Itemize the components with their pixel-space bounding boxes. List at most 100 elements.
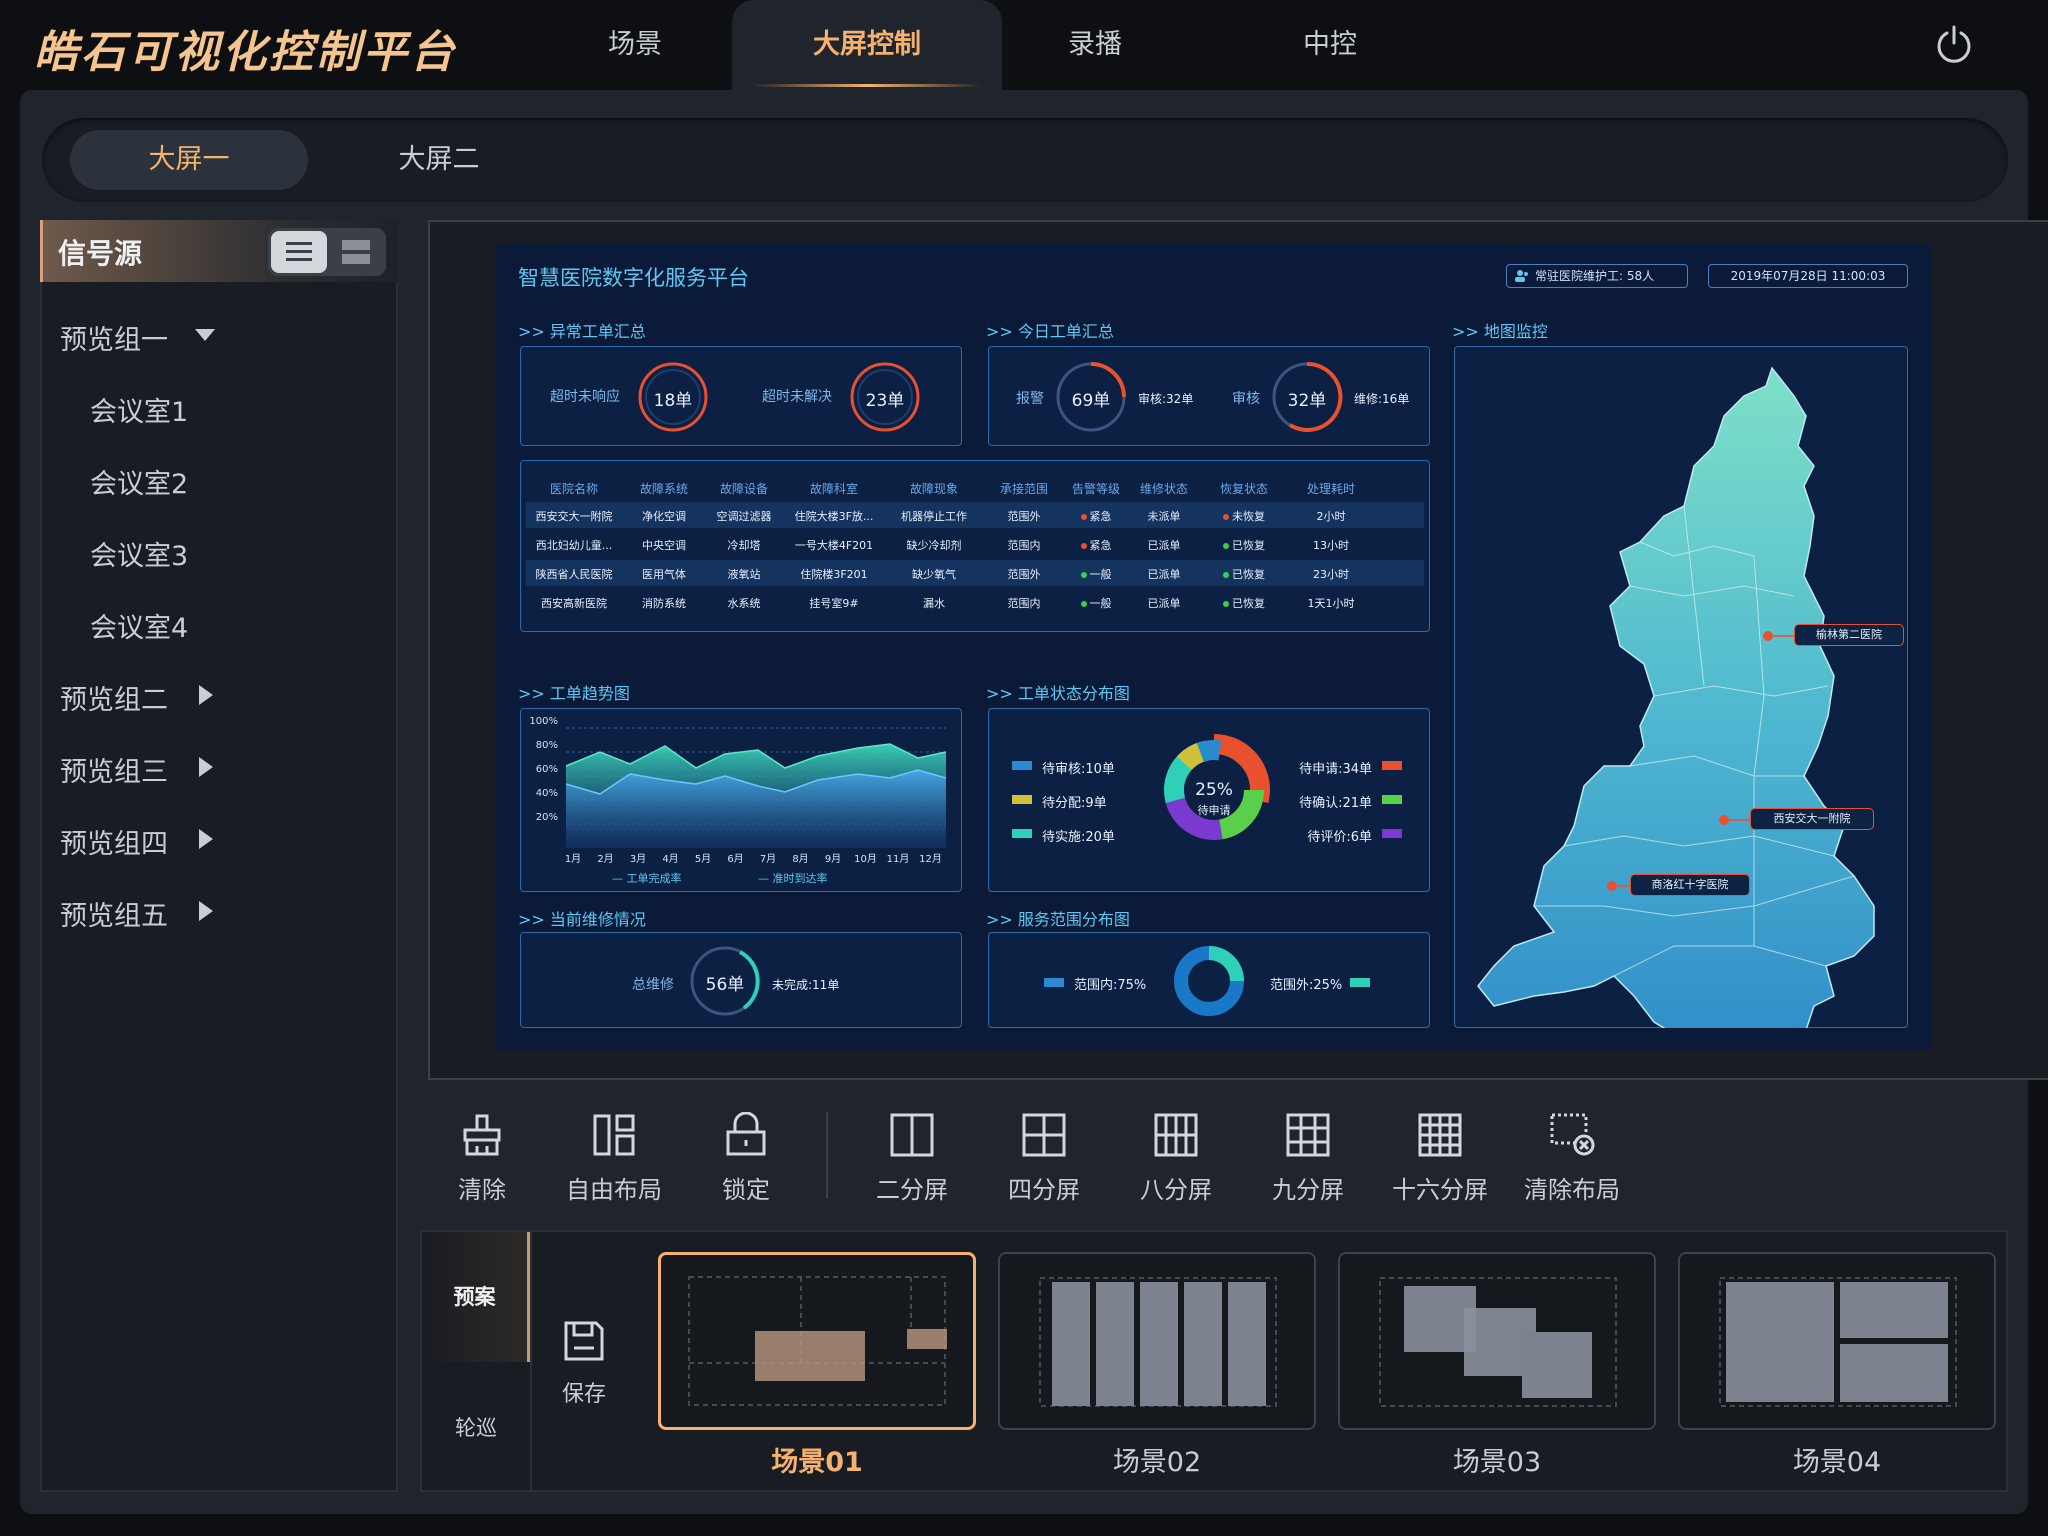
- tab-preset[interactable]: 预案: [422, 1232, 530, 1362]
- x-tick-label: 6月: [727, 854, 744, 865]
- grid-view-button[interactable]: [328, 231, 384, 273]
- clear-button[interactable]: 清除: [427, 1112, 537, 1205]
- caret-right-icon[interactable]: [198, 900, 214, 922]
- lock-button[interactable]: 锁定: [691, 1112, 801, 1205]
- scene-card-4[interactable]: [1678, 1252, 1996, 1430]
- table-cell: 一般: [1066, 595, 1126, 611]
- table-cell: 已派单: [1147, 597, 1181, 610]
- x-tick-label: 7月: [759, 854, 777, 865]
- scene-layout-thumbnail: [1379, 1277, 1617, 1407]
- table-header-cell: 故障设备: [719, 482, 768, 496]
- list-view-button[interactable]: [271, 231, 327, 273]
- clear-layout-button[interactable]: 清除布局: [1517, 1112, 1627, 1205]
- legend-swatch: [1044, 978, 1064, 987]
- table-cell: 缺少氧气: [912, 568, 956, 581]
- section-repair: >> 当前维修情况: [518, 910, 646, 929]
- section-map: >> 地图监控: [1452, 322, 1548, 341]
- table-body: 医院名称 故障系统 故障设备 故障科室 故障现象 承接范围 告警等级 维修状态 恢复状态 处理耗时…: [526, 472, 1424, 628]
- scene-label-2[interactable]: 场景02: [998, 1440, 1316, 1479]
- table-cell: 漏水: [923, 597, 945, 610]
- nav-tab-scene[interactable]: 场景: [560, 0, 710, 90]
- section-range: >> 服务范围分布图: [986, 910, 1130, 929]
- table-cell: 未派单: [1147, 510, 1181, 523]
- table-cell: 陕西省人民医院: [535, 568, 613, 581]
- group-2-label[interactable]: 预览组二: [60, 678, 168, 717]
- table-cell: 西安高新医院: [541, 597, 607, 610]
- group-5-label[interactable]: 预览组五: [60, 894, 168, 933]
- table-cell: 范围内: [1007, 597, 1041, 610]
- group-1-label[interactable]: 预览组一: [60, 318, 168, 357]
- x-tick-label: 12月: [919, 854, 942, 865]
- table-cell: 一号大楼4F201: [794, 539, 874, 552]
- caret-right-icon[interactable]: [198, 828, 214, 850]
- split-8-icon: [1154, 1113, 1198, 1157]
- table-cell: 缺少冷却剂: [906, 539, 962, 552]
- scene-card-2[interactable]: [998, 1252, 1316, 1430]
- source-item-room2[interactable]: 会议室2: [90, 462, 188, 501]
- y-tick-label: 100%: [529, 716, 558, 727]
- source-item-room1[interactable]: 会议室1: [90, 390, 188, 429]
- group-3-label[interactable]: 预览组三: [60, 750, 168, 789]
- table-header-cell: 处理耗时: [1306, 482, 1355, 496]
- scene-card-1[interactable]: [658, 1252, 976, 1430]
- scene-label-1[interactable]: 场景01: [658, 1440, 976, 1479]
- split-9-button[interactable]: 九分屏: [1253, 1112, 1363, 1205]
- y-tick-label: 80%: [535, 740, 558, 751]
- source-item-room4[interactable]: 会议室4: [90, 606, 188, 645]
- split-4-button[interactable]: 四分屏: [989, 1112, 1099, 1205]
- split-2-button[interactable]: 二分屏: [857, 1112, 967, 1205]
- table-cell: 中央空调: [642, 539, 686, 552]
- legend-swatch: [1382, 795, 1402, 804]
- y-tick-label: 40%: [535, 788, 558, 799]
- nav-tab-recording[interactable]: 录播: [1020, 0, 1170, 90]
- save-icon: [564, 1321, 604, 1361]
- x-tick-label: 9月: [824, 854, 842, 865]
- power-icon[interactable]: [1934, 24, 1974, 64]
- staff-badge: 常驻医院维护工: 58人: [1506, 264, 1688, 288]
- table-header-cell: 医院名称: [549, 482, 598, 496]
- save-button[interactable]: 保存: [548, 1318, 620, 1408]
- people-icon: [1515, 270, 1528, 282]
- table-cell: 住院大楼3F放...: [794, 510, 874, 523]
- table-header-cell: 恢复状态: [1219, 482, 1268, 496]
- caret-right-icon[interactable]: [198, 756, 214, 778]
- table-cell: 西北妇幼儿童...: [535, 539, 613, 552]
- x-tick-label: 3月: [629, 854, 647, 865]
- split-2-icon: [890, 1113, 934, 1157]
- nav-tab-central-control[interactable]: 中控: [1255, 0, 1405, 90]
- table-header-cell: 告警等级: [1071, 482, 1120, 496]
- table-cell: 挂号室9#: [809, 597, 859, 610]
- nav-tab-screen-control[interactable]: 大屏控制: [732, 0, 1002, 90]
- datetime-badge: 2019年07月28日 11:00:03: [1708, 264, 1908, 288]
- caret-right-icon[interactable]: [198, 684, 214, 706]
- free-layout-button[interactable]: 自由布局: [559, 1112, 669, 1205]
- province-map: [1477, 366, 1875, 1028]
- status-dot: [1223, 543, 1229, 549]
- table-cell: 消防系统: [642, 597, 686, 610]
- legend-swatch: [1382, 761, 1402, 770]
- scene-layout-thumbnail: [1719, 1277, 1957, 1407]
- table-cell: 范围内: [1007, 539, 1041, 552]
- screen-tab-1[interactable]: 大屏一: [70, 130, 308, 190]
- table-header-cell: 故障系统: [639, 482, 688, 496]
- table-cell: 范围外: [1007, 510, 1041, 523]
- tab-patrol[interactable]: 轮巡: [422, 1364, 530, 1492]
- split-16-button[interactable]: 十六分屏: [1385, 1112, 1495, 1205]
- table-cell: 已派单: [1147, 539, 1181, 552]
- scene-card-3[interactable]: [1338, 1252, 1656, 1430]
- caret-down-icon[interactable]: [194, 328, 216, 342]
- trend-legend-1: — 工单完成率: [612, 872, 682, 885]
- table-cell: 23小时: [1313, 568, 1349, 581]
- lock-icon: [726, 1112, 766, 1156]
- table-header-cell: 故障现象: [909, 482, 958, 496]
- scene-label-4[interactable]: 场景04: [1678, 1440, 1996, 1479]
- scene-label-3[interactable]: 场景03: [1338, 1440, 1656, 1479]
- screen-tab-2[interactable]: 大屏二: [350, 130, 528, 190]
- group-4-label[interactable]: 预览组四: [60, 822, 168, 861]
- source-item-room3[interactable]: 会议室3: [90, 534, 188, 573]
- trend-y-axis: 100% 80% 60% 40% 20%: [529, 716, 560, 850]
- status-dot: [1223, 514, 1229, 520]
- table-header-cell: 故障科室: [809, 482, 858, 496]
- split-8-button[interactable]: 八分屏: [1121, 1112, 1231, 1205]
- section-status: >> 工单状态分布图: [986, 684, 1130, 703]
